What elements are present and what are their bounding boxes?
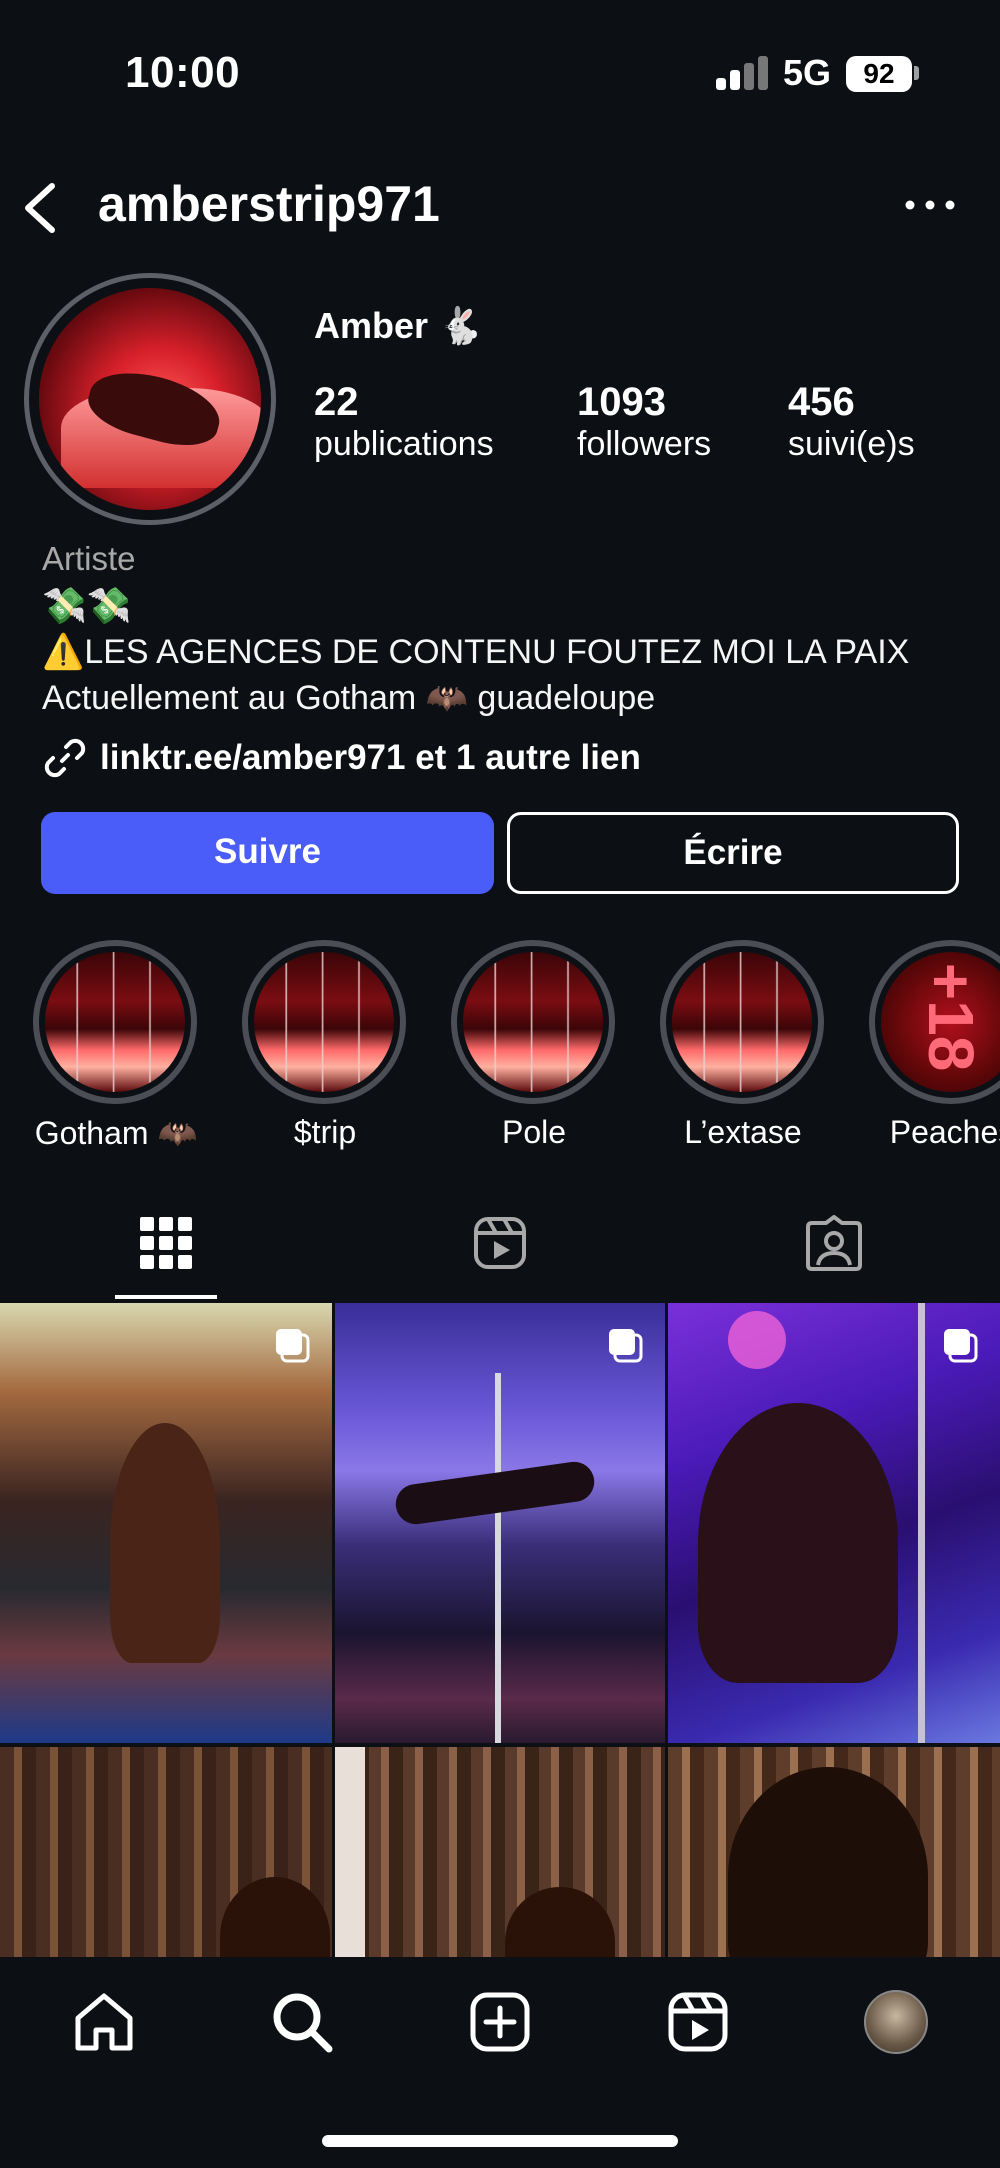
link-icon [44, 738, 86, 778]
highlight-strip[interactable]: $trip [242, 940, 408, 1151]
profile-username: amberstrip971 [98, 176, 440, 232]
profile-avatar[interactable] [24, 273, 276, 525]
carousel-icon [276, 1329, 310, 1363]
follow-button[interactable]: Suivre [41, 812, 494, 894]
battery-indicator: 92 [846, 56, 912, 92]
post-thumbnail[interactable] [668, 1303, 1000, 1743]
carousel-icon [609, 1329, 643, 1363]
highlight-peaches[interactable]: +18 Peaches [869, 940, 1000, 1151]
status-time: 10:00 [125, 48, 241, 97]
reels-icon[interactable] [472, 1215, 528, 1271]
highlight-pole[interactable]: Pole [451, 940, 617, 1151]
highlight-label: Pole [501, 1114, 567, 1150]
carousel-icon [944, 1329, 978, 1363]
bio-line-1: ⚠️LES AGENCES DE CONTENU FOUTEZ MOI LA P… [42, 633, 910, 671]
highlight-label: L’extase [684, 1114, 802, 1150]
highlight-lextase[interactable]: L’extase [660, 940, 826, 1151]
stat-followers[interactable]: 1093 followers [577, 380, 711, 464]
stat-following-label: suivi(e)s [788, 425, 915, 463]
stat-posts[interactable]: 22 publications [314, 380, 494, 464]
home-icon[interactable] [72, 1990, 136, 2054]
highlight-cover [660, 940, 824, 1104]
highlight-cover [33, 940, 197, 1104]
tagged-icon[interactable] [806, 1215, 862, 1271]
bio-link[interactable]: linktr.ee/amber971 et 1 autre lien [42, 735, 641, 781]
create-post-icon[interactable] [468, 1990, 532, 2054]
highlight-cover: +18 [869, 940, 1000, 1104]
post-thumbnail[interactable] [0, 1303, 332, 1743]
highlight-gotham[interactable]: Gotham 🦇 [33, 940, 199, 1152]
post-thumbnail[interactable] [0, 1747, 332, 1957]
bio-link-text[interactable]: linktr.ee/amber971 et 1 autre lien [100, 738, 641, 777]
avatar-photo [39, 288, 261, 510]
post-thumbnail[interactable] [668, 1747, 1000, 1957]
stat-following[interactable]: 456 suivi(e)s [788, 380, 915, 464]
highlight-label: Gotham 🦇 [34, 1115, 198, 1151]
message-button[interactable]: Écrire [507, 812, 959, 894]
bio-line-2: Actuellement au Gotham 🦇 guadeloupe [42, 679, 656, 717]
search-icon[interactable] [270, 1990, 334, 2054]
stat-posts-label: publications [314, 425, 494, 463]
profile-category: Artiste [42, 540, 136, 577]
profile-nav-avatar[interactable] [864, 1990, 928, 2054]
battery-cap [914, 66, 919, 80]
grid-icon[interactable] [138, 1215, 194, 1271]
highlight-cover [451, 940, 615, 1104]
display-name: Amber 🐇 [314, 305, 483, 346]
stat-following-count: 456 [788, 380, 855, 424]
highlight-label: Peaches [889, 1114, 1000, 1150]
highlight-label: $trip [293, 1114, 357, 1150]
post-thumbnail[interactable] [335, 1303, 665, 1743]
plus18-badge: +18 [915, 962, 987, 1072]
bio-emoji: 💸💸 [42, 585, 132, 626]
stat-followers-count: 1093 [577, 380, 666, 424]
highlight-cover [242, 940, 406, 1104]
home-indicator [322, 2135, 678, 2147]
back-arrow-icon[interactable] [18, 180, 62, 236]
cellular-signal-icon [716, 56, 768, 90]
stat-followers-label: followers [577, 425, 712, 463]
more-options-icon[interactable] [900, 190, 960, 220]
reels-nav-icon[interactable] [666, 1990, 730, 2054]
active-tab-indicator [115, 1295, 217, 1299]
network-type: 5G [783, 52, 832, 93]
stat-posts-count: 22 [314, 380, 359, 424]
post-thumbnail[interactable] [335, 1747, 665, 1957]
